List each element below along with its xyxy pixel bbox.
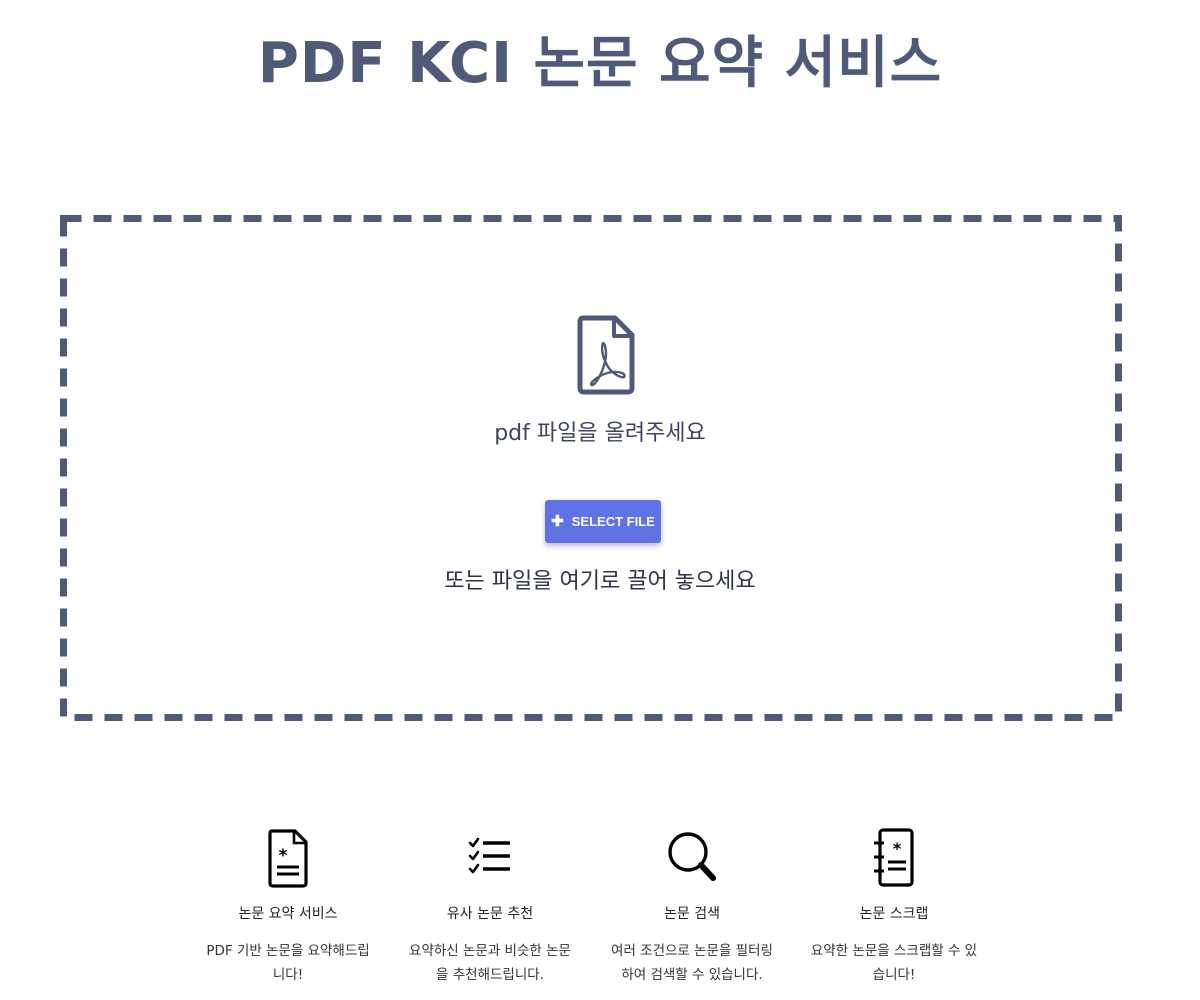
svg-text:*: * [893, 839, 902, 858]
select-file-button[interactable]: ✚ SELECT FILE [545, 500, 661, 543]
search-icon [668, 832, 716, 881]
select-file-label: SELECT FILE [571, 514, 655, 529]
plus-icon: ✚ [551, 513, 564, 530]
svg-text:*: * [279, 846, 288, 866]
dropzone-dashed-border [60, 215, 1122, 721]
document-asterisk-icon: * [268, 829, 308, 888]
feature-name: 논문 검색 [664, 906, 720, 922]
feature-description: 여러 조건으로 논문을 필터링하여 검색할 수 있습니다. [611, 943, 773, 983]
page-title: PDF KCI 논문 요약 서비스 [257, 31, 943, 96]
feature-recommend: 유사 논문 추천 요약하신 논문과 비슷한 논문을 추천해드립니다. [390, 825, 590, 987]
feature-description: 요약한 논문을 스크랩할 수 있습니다! [810, 943, 978, 983]
pdf-file-icon [577, 315, 635, 395]
feature-summary: * 논문 요약 서비스 PDF 기반 논문을 요약해드립니다! [188, 825, 388, 987]
feature-list: * 논문 요약 서비스 PDF 기반 논문을 요약해드립니다! 유사 논문 추천… [0, 825, 1200, 995]
feature-description: 요약하신 논문과 비슷한 논문을 추천해드립니다. [409, 943, 571, 983]
checklist-icon [468, 837, 510, 874]
upload-prompt: pdf 파일을 올려주세요 [494, 421, 706, 446]
page: PDF KCI 논문 요약 서비스 pdf 파일을 올려주세요 ✚ SELECT… [0, 0, 1200, 1000]
feature-name: 논문 요약 서비스 [238, 906, 338, 922]
feature-search: 논문 검색 여러 조건으로 논문을 필터링하여 검색할 수 있습니다. [592, 825, 792, 987]
feature-scrap: * 논문 스크랩 요약한 논문을 스크랩할 수 있습니다! [794, 825, 994, 987]
notebook-asterisk-icon: * [874, 828, 914, 887]
drag-drop-prompt: 또는 파일을 여기로 끌어 놓으세요 [444, 569, 756, 594]
feature-name: 논문 스크랩 [859, 906, 929, 922]
feature-name: 유사 논문 추천 [446, 906, 534, 922]
file-dropzone[interactable] [60, 215, 1122, 721]
feature-description: PDF 기반 논문을 요약해드립니다! [206, 943, 370, 983]
